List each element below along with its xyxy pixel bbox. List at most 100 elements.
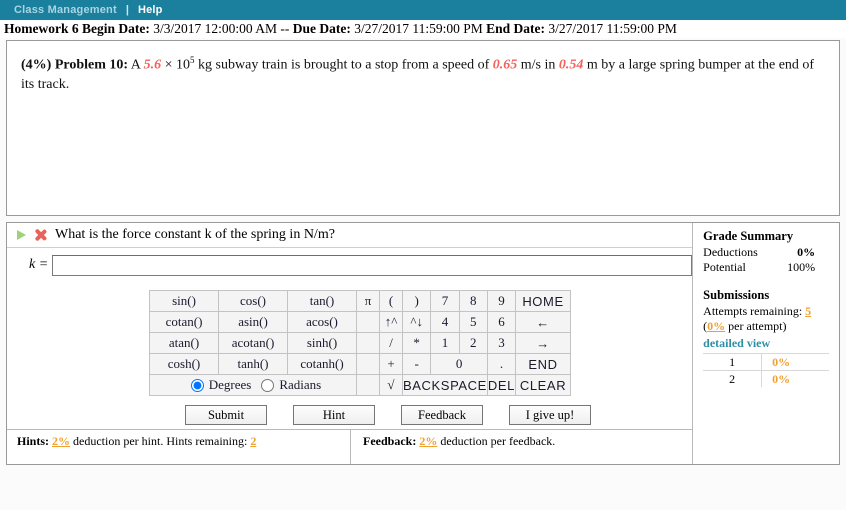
- calc-key-atan[interactable]: atan(): [149, 332, 219, 354]
- due-date-value: 3/27/2017 11:59:00 PM: [354, 21, 483, 36]
- per-attempt-text: per attempt): [728, 319, 787, 333]
- play-icon[interactable]: [17, 230, 26, 240]
- question-row: What is the force constant k of the spri…: [7, 223, 693, 248]
- end-date-value: 3/27/2017 11:59:00 PM: [548, 21, 677, 36]
- calc-key-4[interactable]: 4: [430, 311, 460, 333]
- calc-key-cotan[interactable]: cotan(): [149, 311, 219, 333]
- date-dash: --: [280, 21, 290, 36]
- potential-row: Potential 100%: [703, 260, 815, 275]
- calc-key-3[interactable]: 3: [486, 332, 517, 354]
- hints-description: deduction per hint. Hints remaining:: [73, 434, 248, 448]
- calc-key-backspace: BACKSPACE: [402, 374, 488, 396]
- feedback-description: deduction per feedback.: [440, 434, 556, 448]
- problem-value-distance: 0.54: [558, 57, 584, 73]
- calc-key-pi[interactable]: π: [356, 290, 380, 312]
- answer-input[interactable]: [52, 254, 693, 276]
- per-attempt-line: (0% per attempt): [703, 319, 839, 334]
- calc-key-tanh[interactable]: tanh(): [218, 353, 288, 375]
- submission-index: 1: [703, 353, 762, 371]
- calc-key-0[interactable]: 0: [430, 353, 488, 375]
- calculator-keypad: sin() cos() tan() π ( ) 7 8 9 HOME cotan…: [149, 290, 572, 396]
- calc-key-divide: /: [379, 332, 403, 354]
- red-x-icon[interactable]: [34, 229, 46, 241]
- problem-text-2: kg subway train is brought to a stop fro…: [194, 57, 493, 73]
- nav-link-class-management[interactable]: Class Management: [14, 4, 117, 16]
- potential-label: Potential: [703, 260, 746, 274]
- feedback-label: Feedback:: [363, 434, 417, 448]
- problem-times: × 10: [161, 57, 191, 73]
- detailed-view-link[interactable]: detailed view: [703, 336, 770, 350]
- nav-separator: |: [125, 4, 129, 16]
- question-text: What is the force constant k of the spri…: [55, 227, 335, 242]
- calc-key-multiply[interactable]: *: [401, 332, 432, 354]
- page-root: Class Management | Help Homework 6 Begin…: [0, 0, 846, 510]
- calc-key-plus[interactable]: +: [379, 353, 403, 375]
- problem-statement-text: (4%) Problem 10: A 5.6 × 105 kg subway t…: [21, 51, 825, 94]
- per-attempt-percent: 0%: [707, 319, 726, 333]
- due-date-label: Due Date:: [292, 21, 351, 36]
- submission-score: 0%: [761, 370, 830, 387]
- calculator-row: cotan() asin() acos() ↑^ ^↓ 4 5 6 ←: [149, 311, 572, 333]
- calc-key-power-down: ^↓: [401, 311, 432, 333]
- calc-key-sin[interactable]: sin(): [149, 290, 219, 312]
- feedback-button[interactable]: Feedback: [401, 405, 483, 425]
- hints-feedback-footer: Hints: 2% deduction per hint. Hints rema…: [7, 429, 693, 464]
- calc-key-cosh[interactable]: cosh(): [149, 353, 219, 375]
- hints-label: Hints:: [17, 434, 50, 448]
- calc-key-acotan[interactable]: acotan(): [218, 332, 288, 354]
- calculator-wrapper: sin() cos() tan() π ( ) 7 8 9 HOME cotan…: [7, 282, 692, 396]
- calc-key-8[interactable]: 8: [458, 290, 488, 312]
- calc-key-minus[interactable]: -: [401, 353, 432, 375]
- hint-button[interactable]: Hint: [293, 405, 375, 425]
- calc-key-sinh[interactable]: sinh(): [287, 332, 357, 354]
- feedback-deduction-percent[interactable]: 2%: [419, 434, 437, 448]
- calc-key-blank-4: [356, 374, 380, 396]
- problem-value-mass: 5.6: [143, 57, 162, 73]
- grade-summary-spacer: [703, 275, 839, 288]
- calc-key-2[interactable]: 2: [458, 332, 488, 354]
- give-up-button[interactable]: I give up!: [509, 405, 591, 425]
- answer-label: k =: [29, 257, 49, 272]
- question-answer-left-column: What is the force constant k of the spri…: [7, 223, 694, 464]
- radio-radians[interactable]: [261, 378, 275, 392]
- calc-key-blank-3: [356, 353, 380, 375]
- problem-text-1: A: [130, 57, 144, 73]
- homework-label: Homework 6 Begin Date:: [4, 21, 150, 36]
- calc-key-close-paren: ): [401, 290, 432, 312]
- calc-key-acos[interactable]: acos(): [287, 311, 357, 333]
- label-degrees[interactable]: Degrees: [209, 377, 252, 393]
- grade-summary-panel: Grade Summary Deductions 0% Potential 10…: [693, 223, 839, 464]
- table-row: 1 0%: [703, 353, 830, 371]
- calc-key-open-paren[interactable]: (: [379, 290, 403, 312]
- deductions-row: Deductions 0%: [703, 245, 815, 260]
- grade-summary-table: Deductions 0% Potential 100%: [703, 245, 815, 275]
- question-answer-box: What is the force constant k of the spri…: [6, 222, 840, 465]
- calc-key-6[interactable]: 6: [486, 311, 517, 333]
- problem-statement-box: (4%) Problem 10: A 5.6 × 105 kg subway t…: [6, 40, 840, 216]
- calc-key-home: HOME: [515, 290, 572, 312]
- calc-key-5[interactable]: 5: [458, 311, 488, 333]
- nav-link-help[interactable]: Help: [138, 4, 163, 16]
- calc-key-7[interactable]: 7: [430, 290, 460, 312]
- calc-key-sqrt[interactable]: √: [379, 374, 403, 396]
- action-button-row: Submit Hint Feedback I give up!: [7, 396, 692, 425]
- problem-title: Problem 10:: [54, 57, 129, 73]
- detailed-view-row: detailed view: [703, 334, 839, 352]
- calc-key-1[interactable]: 1: [430, 332, 460, 354]
- label-radians[interactable]: Radians: [279, 377, 321, 393]
- calculator-row: atan() acotan() sinh() / * 1 2 3 →: [149, 332, 572, 354]
- attempts-remaining-line: Attempts remaining: 5: [703, 304, 839, 319]
- calc-key-asin[interactable]: asin(): [218, 311, 288, 333]
- radio-degrees[interactable]: [190, 378, 204, 392]
- calc-key-9[interactable]: 9: [486, 290, 517, 312]
- hints-deduction-percent[interactable]: 2%: [52, 434, 70, 448]
- calc-key-cotanh[interactable]: cotanh(): [287, 353, 357, 375]
- calc-key-tan[interactable]: tan(): [287, 290, 357, 312]
- hints-remaining-count[interactable]: 2: [250, 434, 256, 448]
- calc-key-left-arrow: ←: [515, 311, 572, 333]
- end-date-label: End Date:: [486, 21, 546, 36]
- calc-key-cos[interactable]: cos(): [218, 290, 288, 312]
- submit-button[interactable]: Submit: [185, 405, 267, 425]
- calc-key-decimal[interactable]: .: [486, 353, 517, 375]
- calc-key-clear: CLEAR: [515, 374, 572, 396]
